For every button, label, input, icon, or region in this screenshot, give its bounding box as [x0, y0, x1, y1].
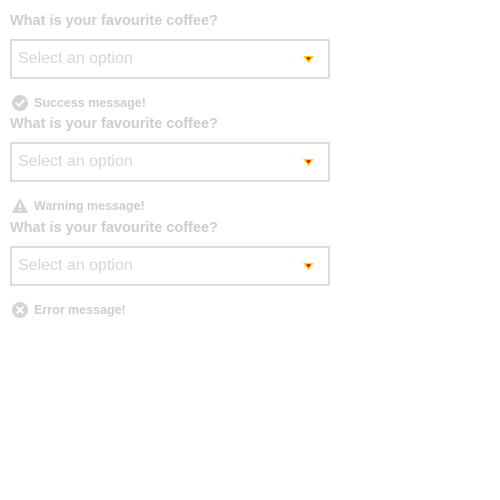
success-message: Success message!	[34, 96, 146, 110]
success-feedback: Success message!	[10, 95, 146, 111]
error-message: Error message!	[34, 303, 126, 317]
field-label: What is your favourite coffee?	[10, 116, 218, 132]
warning-message: Warning message!	[34, 199, 145, 213]
select-placeholder: Select an option	[18, 153, 133, 170]
x-circle-icon	[12, 302, 28, 318]
coffee-dropdown[interactable]: Select an option	[10, 246, 330, 286]
coffee-dropdown[interactable]: Select an option	[10, 39, 330, 79]
field-label: What is your favourite coffee?	[10, 220, 218, 236]
error-feedback: Error message!	[10, 302, 126, 318]
select-placeholder: Select an option	[18, 50, 133, 67]
field-label: What is your favourite coffee?	[10, 13, 218, 29]
chevron-down-icon	[303, 263, 314, 270]
coffee-dropdown[interactable]: Select an option	[10, 142, 330, 182]
coffee-select-warning: What is your favourite coffee? Select an…	[10, 114, 330, 213]
select-placeholder: Select an option	[18, 257, 133, 274]
check-circle-icon	[12, 95, 28, 111]
coffee-select-success: What is your favourite coffee? Select an…	[10, 11, 330, 111]
warning-triangle-icon	[12, 198, 28, 213]
warning-feedback: Warning message!	[10, 198, 145, 214]
chevron-down-icon	[303, 159, 314, 166]
chevron-down-icon	[303, 56, 314, 63]
coffee-select-error: What is your favourite coffee? Select an…	[10, 218, 330, 318]
